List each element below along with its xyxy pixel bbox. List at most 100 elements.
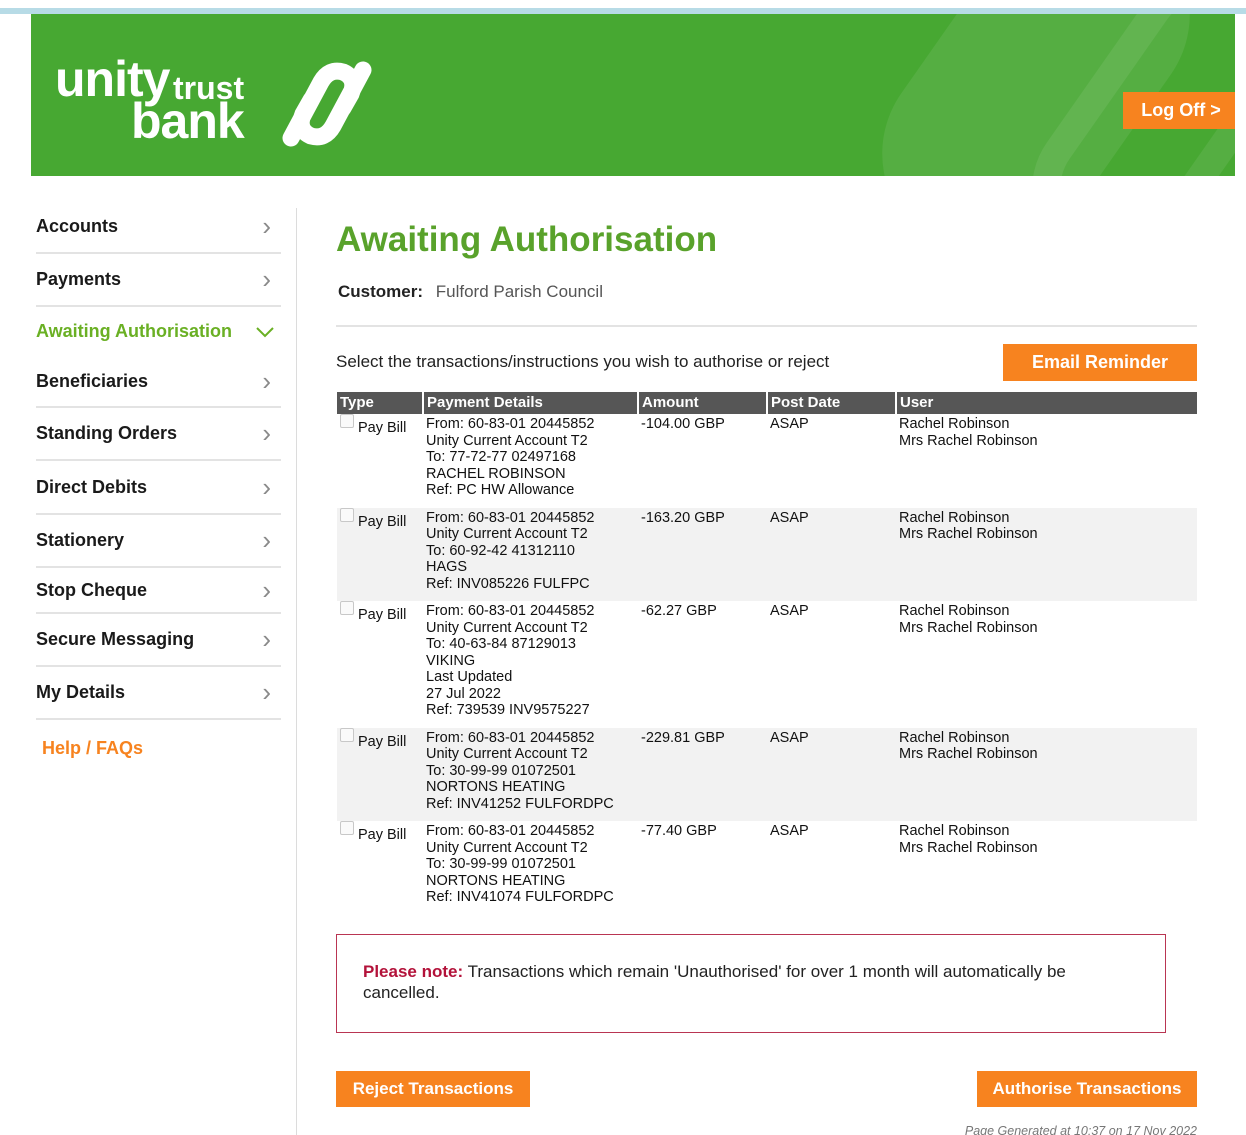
payment-detail-line: RACHEL ROBINSON [426, 465, 566, 482]
sidebar-item-label: Direct Debits [36, 476, 148, 497]
row-select-checkbox[interactable] [340, 601, 354, 615]
user-line: Rachel Robinson [899, 823, 1010, 839]
sidebar-item-beneficiaries[interactable]: Beneficiaries › [36, 356, 281, 408]
customer-info: Customer: Fulford Parish Council [338, 282, 603, 302]
customer-value: Fulford Parish Council [435, 282, 603, 301]
note-text: Transactions which remain 'Unauthorised'… [363, 962, 1066, 1002]
payment-detail-line: Ref: INV085226 FULFPC [426, 575, 590, 592]
page-title: Awaiting Authorisation [336, 220, 718, 259]
page-generated-timestamp: Page Generated at 10:37 on 17 Nov 2022 [964, 1124, 1197, 1135]
reject-transactions-button[interactable]: Reject Transactions [336, 1071, 530, 1107]
row-select-checkbox[interactable] [340, 727, 354, 742]
header-payment-details: Payment Details [422, 392, 638, 414]
sidebar-item-label: Secure Messaging [36, 629, 195, 649]
row-select-checkbox[interactable] [340, 821, 354, 835]
user-cell: Rachel Robinson Mrs Rachel Robinson [896, 601, 1197, 728]
header-type: Type [337, 392, 423, 414]
post-date-cell: ASAP [770, 416, 809, 432]
chevron-right-icon: › [262, 677, 271, 707]
table-header-row: Type Payment Details Amount Post Date Us… [337, 392, 1197, 414]
payment-detail-line: Unity Current Account T2 [426, 839, 588, 856]
payment-detail-line: HAGS [426, 559, 468, 575]
chevron-right-icon: › [262, 525, 271, 555]
table-row: Pay Bill From: 60-83-01 20445852 Unity Cur… [337, 821, 1197, 915]
payment-detail-line: Unity Current Account T2 [426, 526, 588, 542]
unity-trust-bank-logo[interactable]: unity trust bank [55, 51, 395, 152]
type-cell: Pay Bill [337, 727, 423, 821]
sidebar-item-secure-messaging[interactable]: Secure Messaging › [36, 614, 281, 667]
sidebar-nav: Accounts › Payments › Awaiting Authorisa… [36, 200, 281, 720]
payment-detail-line: 27 Jul 2022 [426, 685, 501, 702]
logo-word-bank: bank [131, 93, 245, 149]
log-off-button[interactable]: Log Off > [1123, 92, 1235, 129]
amount-cell: -62.27 GBP [641, 603, 717, 619]
sidebar-item-stationery[interactable]: Stationery › [36, 515, 281, 568]
type-label: Pay Bill [358, 827, 407, 843]
chevron-right-icon: › [262, 365, 271, 396]
payment-detail-line: Ref: INV41252 FULFORDPC [426, 795, 614, 812]
chevron-right-icon: › [262, 624, 271, 654]
type-cell: Pay Bill [337, 414, 423, 508]
table-row: Pay Bill From: 60-83-01 20445852 Unity Cur… [337, 601, 1197, 728]
sidebar-item-label: Standing Orders [36, 423, 178, 443]
sidebar-item-label: Accounts [36, 215, 119, 236]
payment-detail-line: To: 30-99-99 01072501 [426, 856, 576, 872]
sidebar-item-direct-debits[interactable]: Direct Debits › [36, 461, 281, 515]
post-date-cell: ASAP [770, 823, 809, 839]
sidebar-item-awaiting-authorisation[interactable]: Awaiting Authorisation [36, 307, 281, 356]
type-cell: Pay Bill [337, 601, 423, 728]
user-line: Mrs Rachel Robinson [899, 432, 1038, 449]
help-faqs-link[interactable]: Help / FAQs [42, 738, 143, 759]
row-select-checkbox[interactable] [340, 414, 354, 428]
user-line: Rachel Robinson [899, 509, 1010, 526]
header-amount: Amount [637, 392, 767, 414]
post-date-cell: ASAP [767, 507, 896, 601]
note-emphasis: Please note: [363, 962, 464, 981]
instruction-text: Select the transactions/instructions you… [336, 352, 830, 371]
payment-detail-line: Last Updated [426, 669, 513, 685]
user-line: Rachel Robinson [899, 729, 1010, 746]
authorise-transactions-button[interactable]: Authorise Transactions [977, 1071, 1197, 1107]
payment-detail-line: Unity Current Account T2 [426, 746, 588, 762]
sidebar-item-label: Stationery [36, 530, 125, 550]
transactions-table: Type Payment Details Amount Post Date Us… [337, 392, 1197, 915]
amount-cell: -104.00 GBP [641, 416, 725, 432]
sidebar-item-label: Stop Cheque [36, 579, 147, 600]
payment-detail-line: To: 40-63-84 87129013 [426, 636, 576, 652]
user-line: Mrs Rachel Robinson [899, 619, 1038, 636]
payment-details-cell: From: 60-83-01 20445852 Unity Current Acc… [423, 727, 638, 821]
sidebar-item-standing-orders[interactable]: Standing Orders › [36, 408, 281, 461]
chevron-down-icon [256, 326, 274, 337]
payment-detail-line: Ref: 739539 INV9575227 [426, 702, 590, 718]
payment-detail-line: VIKING [426, 652, 476, 669]
type-cell: Pay Bill [337, 821, 423, 915]
logo-mark-icon [282, 61, 372, 147]
payment-detail-line: From: 60-83-01 20445852 [426, 603, 595, 619]
payment-detail-line: NORTONS HEATING [426, 779, 566, 795]
header-banner: unity trust bank Log Off > [31, 14, 1235, 176]
user-cell: Rachel Robinson Mrs Rachel Robinson [896, 727, 1197, 821]
sidebar-item-my-details[interactable]: My Details › [36, 667, 281, 720]
post-date-cell: ASAP [767, 727, 896, 821]
sidebar-divider [296, 208, 297, 1135]
payment-details-cell: From: 60-83-01 20445852 Unity Current Acc… [423, 414, 638, 508]
sidebar-item-accounts[interactable]: Accounts › [36, 200, 281, 254]
payment-details-cell: From: 60-83-01 20445852 Unity Current Acc… [423, 821, 638, 915]
payment-detail-line: Unity Current Account T2 [426, 619, 588, 636]
sidebar-item-payments[interactable]: Payments › [36, 254, 281, 307]
user-cell: Rachel Robinson Mrs Rachel Robinson [896, 821, 1197, 915]
please-note-box: Please note: Transactions which remain '… [336, 934, 1166, 1033]
payment-detail-line: Ref: PC HW Allowance [426, 482, 575, 498]
chevron-right-icon: › [262, 574, 271, 605]
sidebar-item-label: My Details [36, 682, 126, 702]
user-cell: Rachel Robinson Mrs Rachel Robinson [896, 507, 1197, 601]
payment-detail-line: To: 30-99-99 01072501 [426, 762, 576, 779]
section-divider [336, 325, 1197, 327]
user-line: Mrs Rachel Robinson [899, 839, 1038, 856]
user-line: Rachel Robinson [899, 416, 1010, 432]
post-date-cell: ASAP [770, 603, 809, 619]
table-row: Pay Bill From: 60-83-01 20445852 Unity Cur… [337, 727, 1197, 821]
email-reminder-button[interactable]: Email Reminder [1003, 344, 1197, 381]
sidebar-item-stop-cheque[interactable]: Stop Cheque › [36, 568, 281, 614]
row-select-checkbox[interactable] [340, 507, 354, 522]
